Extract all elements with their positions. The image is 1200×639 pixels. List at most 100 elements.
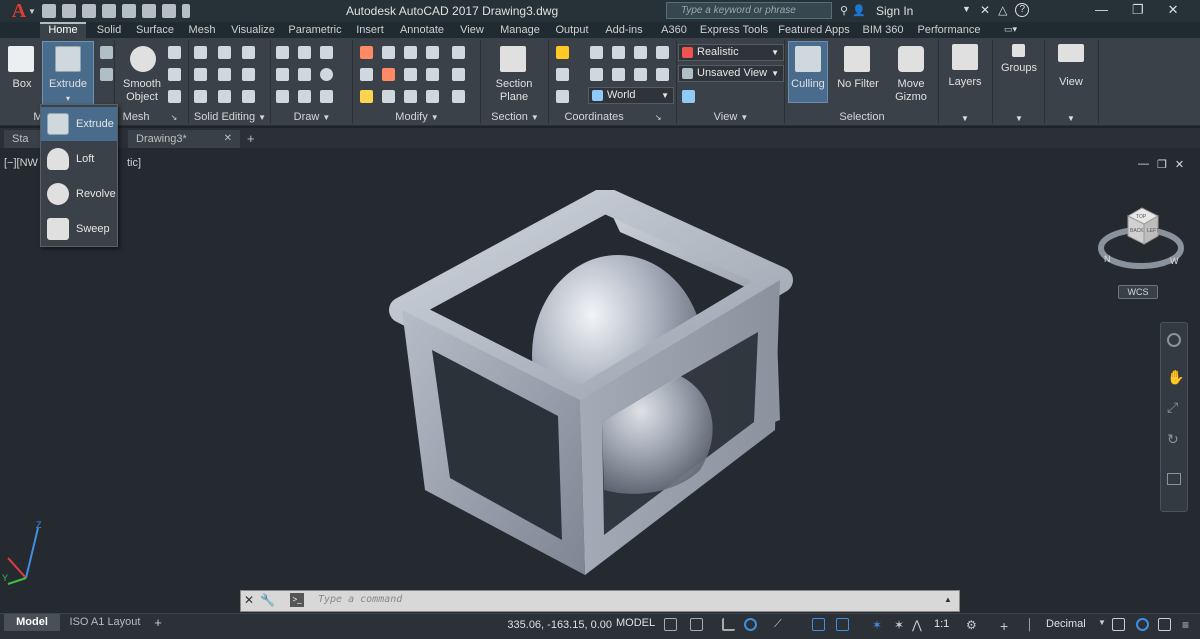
polysolid-icon[interactable] [100,46,113,59]
chevron-down-icon[interactable]: ▼ [940,112,990,125]
sign-in-button[interactable]: Sign In [876,4,913,18]
showmotion-icon[interactable] [1167,473,1181,485]
annotation-autoscale-icon[interactable]: ✶ [894,618,907,632]
ellipse-icon[interactable] [320,90,333,103]
align-icon[interactable] [426,90,439,103]
extract-edges-icon[interactable] [242,46,255,59]
3d-model[interactable] [380,190,800,580]
ucs-z-icon[interactable] [612,68,625,81]
section-plane-icon[interactable] [500,46,526,72]
tab-surface[interactable]: Surface [132,22,178,38]
open-folder-icon[interactable] [62,4,76,18]
panel-title-selection[interactable]: Selection [786,110,938,124]
viewport-label-left[interactable]: [−][NW [4,157,38,169]
command-prompt-icon[interactable]: >_ [290,593,304,607]
panel-title-solid-editing[interactable]: Solid Editing ▼ [190,110,270,124]
ucs-3point-icon[interactable] [612,46,625,59]
box-icon[interactable] [8,46,34,72]
tab-add-ins[interactable]: Add-ins [598,22,650,38]
workspace-gear-icon[interactable]: ⚙ [966,618,979,632]
tab-bim-360[interactable]: BIM 360 [858,22,908,38]
user-icon[interactable]: 👤 [852,4,866,17]
visual-style-dropdown[interactable]: Realistic ▼ [678,44,784,61]
section-plane-label-1[interactable]: Section [488,78,540,91]
panel-title-draw[interactable]: Draw ▼ [272,110,352,124]
close-icon[interactable]: ✕ [244,593,254,607]
no-filter-icon[interactable] [844,46,870,72]
tab-featured-apps[interactable]: Featured Apps [774,22,854,38]
tab-home[interactable]: Home [40,22,86,38]
culling-button[interactable]: Culling [788,41,828,103]
extrude-button[interactable]: Extrude ▾ [42,41,94,105]
ucs-y-icon[interactable] [590,68,603,81]
interfere-icon[interactable] [218,68,231,81]
no-filter-label[interactable]: No Filter [834,78,882,91]
chevron-down-icon[interactable]: ▼ [994,112,1044,125]
polygon-icon[interactable] [276,90,289,103]
wcs-menu[interactable]: WCS [1118,285,1158,299]
panel-title-section[interactable]: Section ▼ [482,110,548,124]
line-icon[interactable] [298,68,311,81]
panel-title-view[interactable]: View ▼ [678,110,784,124]
ucs-icon[interactable] [556,46,569,59]
close-tab-icon[interactable]: ✕ [224,130,232,148]
layers-icon[interactable] [952,44,978,70]
intersect-icon[interactable] [194,90,207,103]
offset-icon[interactable] [404,68,417,81]
mesh-tool-icon[interactable] [168,46,181,59]
arc-icon[interactable] [320,46,333,59]
viewcube[interactable]: TOP BACK LEFT N W [1096,196,1186,276]
chevron-down-icon[interactable]: ▼ [962,4,971,14]
tab-express-tools[interactable]: Express Tools [698,22,770,38]
annotation-monitor-icon[interactable]: + [1000,618,1013,634]
ribbon-minimize-icon[interactable]: ▭▾ [1004,24,1026,36]
smooth-object-label-1[interactable]: Smooth [118,78,166,91]
dialog-launcher-icon[interactable]: ↘ [655,113,662,122]
chevron-down-icon[interactable]: ▼ [1046,112,1096,125]
tab-annotate[interactable]: Annotate [394,22,450,38]
file-tab-drawing3[interactable]: Drawing3* ✕ [128,130,240,148]
join-icon[interactable] [404,90,417,103]
orbit-icon[interactable]: ↻ [1167,431,1179,448]
3d-array-icon[interactable] [452,90,465,103]
print-icon[interactable] [122,4,136,18]
annotation-scale-icon[interactable]: ⋀ [912,618,925,632]
array-icon[interactable] [426,46,439,59]
polyline-icon[interactable] [276,46,289,59]
extrude-faces-icon[interactable] [242,68,255,81]
pan-icon[interactable]: ✋ [1167,369,1184,386]
mirror-icon[interactable] [382,68,395,81]
box-button-label[interactable]: Box [4,78,40,91]
customize-toolbar-icon[interactable] [182,4,190,18]
steering-wheel-icon[interactable] [1167,333,1181,347]
chevron-down-icon[interactable]: ▼ [1098,618,1106,627]
move-gizmo-icon[interactable] [898,46,924,72]
copy-icon[interactable] [404,46,417,59]
tab-solid[interactable]: Solid [90,22,128,38]
new-layout-icon[interactable]: + [150,614,166,631]
quick-properties-icon[interactable] [1112,618,1125,631]
menu-item-revolve[interactable]: Revolve [41,177,117,211]
chevron-up-icon[interactable]: ▲ [944,595,952,604]
search-input[interactable]: Type a keyword or phrase [666,2,832,19]
new-file-icon[interactable] [42,4,56,18]
tab-mesh[interactable]: Mesh [182,22,222,38]
grid-icon[interactable] [664,618,677,631]
model-space-button[interactable]: MODEL [616,617,655,629]
union-icon[interactable] [194,46,207,59]
annotation-visibility-icon[interactable]: ✶ [872,618,885,632]
presspull-icon[interactable] [100,68,113,81]
isodraft-icon[interactable]: ⟋ [774,618,787,631]
snap-icon[interactable] [690,618,703,631]
hatch-icon[interactable] [298,46,311,59]
thicken-icon[interactable] [218,90,231,103]
view-panel-icon[interactable] [1058,44,1084,62]
tab-manage[interactable]: Manage [494,22,546,38]
restore-icon[interactable]: ❐ [1157,158,1167,171]
trim-icon[interactable] [360,46,373,59]
section-plane-label-2[interactable]: Plane [488,91,540,104]
ucs-view-icon[interactable] [634,46,647,59]
menu-item-extrude[interactable]: Extrude [41,107,117,141]
units-icon[interactable]: ⏐ [1026,618,1039,632]
move-icon[interactable] [382,46,395,59]
